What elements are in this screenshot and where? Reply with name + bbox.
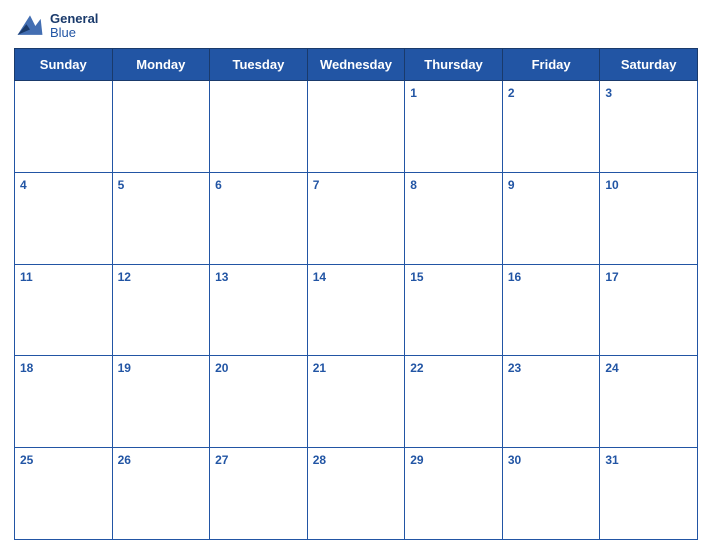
calendar-cell: 4 <box>15 172 113 264</box>
calendar-cell: 16 <box>502 264 600 356</box>
day-number: 18 <box>20 361 33 375</box>
day-number: 22 <box>410 361 423 375</box>
day-number: 23 <box>508 361 521 375</box>
week-row-4: 18 19 20 21 22 23 24 <box>15 356 698 448</box>
calendar-cell: 24 <box>600 356 698 448</box>
calendar-cell: 10 <box>600 172 698 264</box>
day-number: 21 <box>313 361 326 375</box>
day-number: 3 <box>605 86 612 100</box>
calendar-page: General Blue SundayMondayTuesdayWednesda… <box>0 0 712 550</box>
calendar-cell: 18 <box>15 356 113 448</box>
weekday-header-row: SundayMondayTuesdayWednesdayThursdayFrid… <box>15 49 698 81</box>
calendar-cell: 7 <box>307 172 405 264</box>
week-row-3: 11 12 13 14 15 16 17 <box>15 264 698 356</box>
day-number: 6 <box>215 178 222 192</box>
day-number: 27 <box>215 453 228 467</box>
day-number: 28 <box>313 453 326 467</box>
calendar-cell: 31 <box>600 448 698 540</box>
calendar-cell: 19 <box>112 356 210 448</box>
weekday-header-sunday: Sunday <box>15 49 113 81</box>
calendar-cell: 12 <box>112 264 210 356</box>
day-number: 13 <box>215 270 228 284</box>
week-row-1: 1 2 3 <box>15 81 698 173</box>
calendar-cell: 20 <box>210 356 308 448</box>
calendar-cell: 28 <box>307 448 405 540</box>
day-number: 15 <box>410 270 423 284</box>
weekday-header-thursday: Thursday <box>405 49 503 81</box>
day-number: 29 <box>410 453 423 467</box>
calendar-cell: 1 <box>405 81 503 173</box>
day-number: 10 <box>605 178 618 192</box>
logo-text: General Blue <box>50 12 98 41</box>
day-number: 12 <box>118 270 131 284</box>
calendar-cell: 25 <box>15 448 113 540</box>
weekday-header-tuesday: Tuesday <box>210 49 308 81</box>
calendar-cell: 30 <box>502 448 600 540</box>
weekday-header-monday: Monday <box>112 49 210 81</box>
calendar-cell: 9 <box>502 172 600 264</box>
day-number: 8 <box>410 178 417 192</box>
calendar-cell <box>112 81 210 173</box>
day-number: 17 <box>605 270 618 284</box>
day-number: 2 <box>508 86 515 100</box>
calendar-cell: 14 <box>307 264 405 356</box>
weekday-header-saturday: Saturday <box>600 49 698 81</box>
calendar-cell <box>210 81 308 173</box>
day-number: 30 <box>508 453 521 467</box>
day-number: 11 <box>20 270 33 284</box>
calendar-cell: 23 <box>502 356 600 448</box>
calendar-cell: 2 <box>502 81 600 173</box>
week-row-2: 4 5 6 7 8 9 10 <box>15 172 698 264</box>
day-number: 26 <box>118 453 131 467</box>
calendar-cell: 8 <box>405 172 503 264</box>
calendar-cell: 26 <box>112 448 210 540</box>
calendar-cell: 22 <box>405 356 503 448</box>
day-number: 20 <box>215 361 228 375</box>
day-number: 7 <box>313 178 320 192</box>
calendar-cell: 13 <box>210 264 308 356</box>
calendar-cell <box>307 81 405 173</box>
calendar-cell: 29 <box>405 448 503 540</box>
calendar-cell: 3 <box>600 81 698 173</box>
day-number: 24 <box>605 361 618 375</box>
calendar-cell: 5 <box>112 172 210 264</box>
day-number: 14 <box>313 270 326 284</box>
day-number: 1 <box>410 86 417 100</box>
week-row-5: 25 26 27 28 29 30 31 <box>15 448 698 540</box>
day-number: 25 <box>20 453 33 467</box>
weekday-header-wednesday: Wednesday <box>307 49 405 81</box>
day-number: 5 <box>118 178 125 192</box>
calendar-header: General Blue <box>14 10 698 42</box>
calendar-cell: 15 <box>405 264 503 356</box>
day-number: 31 <box>605 453 618 467</box>
day-number: 4 <box>20 178 27 192</box>
day-number: 9 <box>508 178 515 192</box>
weekday-header-friday: Friday <box>502 49 600 81</box>
logo: General Blue <box>14 10 98 42</box>
calendar-cell: 11 <box>15 264 113 356</box>
logo-icon <box>14 10 46 42</box>
calendar-cell: 17 <box>600 264 698 356</box>
calendar-cell: 21 <box>307 356 405 448</box>
calendar-cell: 27 <box>210 448 308 540</box>
calendar-table: SundayMondayTuesdayWednesdayThursdayFrid… <box>14 48 698 540</box>
day-number: 16 <box>508 270 521 284</box>
calendar-cell <box>15 81 113 173</box>
calendar-cell: 6 <box>210 172 308 264</box>
day-number: 19 <box>118 361 131 375</box>
